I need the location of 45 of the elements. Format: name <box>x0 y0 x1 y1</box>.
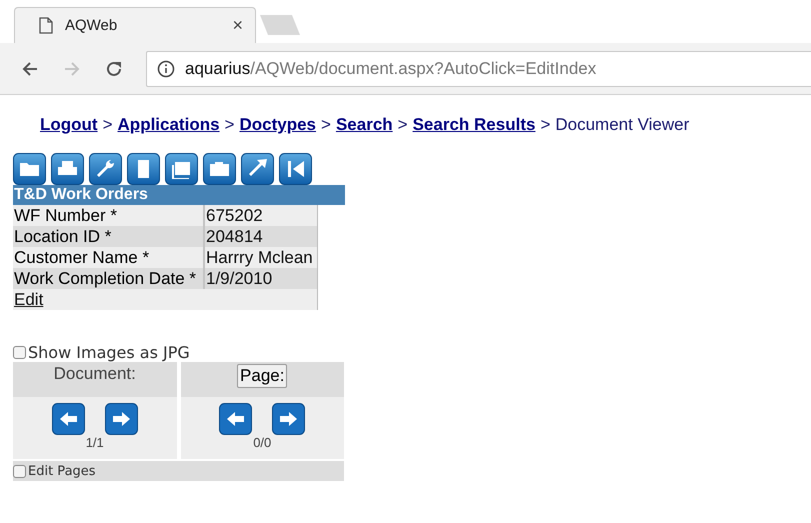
folder-icon[interactable] <box>13 153 46 185</box>
breadcrumb-separator: > <box>540 115 550 135</box>
windows-icon[interactable] <box>165 153 198 185</box>
checkbox[interactable] <box>13 464 26 478</box>
wrench-icon[interactable] <box>89 153 122 185</box>
breadcrumb-separator: > <box>398 115 408 135</box>
browser-tab[interactable]: AQWeb × <box>14 7 256 43</box>
checkbox-label: Edit Pages <box>28 464 96 478</box>
breadcrumb-link[interactable]: Search Results <box>412 115 536 135</box>
breadcrumb-current: Document Viewer <box>555 115 690 135</box>
address-bar[interactable]: aquarius/AQWeb/document.aspx?AutoClick=EditIndex <box>146 50 811 86</box>
edit-link[interactable]: Edit <box>14 290 44 309</box>
page-icon <box>39 17 53 34</box>
field-label: Work Completion Date * <box>13 268 204 289</box>
url-text: aquarius/AQWeb/document.aspx?AutoClick=EditIndex <box>185 58 596 78</box>
tab-title: AQWeb <box>65 17 118 34</box>
next-page-button[interactable] <box>272 403 306 435</box>
first-icon[interactable] <box>279 153 312 185</box>
field-value: 204814 <box>204 226 318 247</box>
document-label: Document: <box>54 364 136 384</box>
next-document-button[interactable] <box>104 403 138 435</box>
field-label: Customer Name * <box>13 247 204 268</box>
field-label: WF Number * <box>13 205 204 226</box>
field-value: Harrry Mclean <box>204 247 318 268</box>
breadcrumb-link[interactable]: Search <box>336 115 393 135</box>
breadcrumb-link[interactable]: Applications <box>118 115 220 135</box>
field-value: 675202 <box>204 205 318 226</box>
record-title: T&D Work Orders <box>13 185 345 205</box>
printer-icon[interactable] <box>51 153 84 185</box>
previous-page-button[interactable] <box>219 403 252 435</box>
field-value: 1/9/2010 <box>204 268 318 289</box>
info-icon <box>157 60 175 78</box>
breadcrumb-separator: > <box>102 115 113 135</box>
breadcrumb-separator: > <box>321 115 331 135</box>
breadcrumb-separator: > <box>224 115 234 135</box>
breadcrumb-link[interactable]: Logout <box>40 115 98 135</box>
checkbox[interactable] <box>13 346 26 358</box>
field-label: Location ID * <box>13 226 204 247</box>
document-count: 1/1 <box>86 435 104 450</box>
previous-document-button[interactable] <box>52 403 85 435</box>
close-tab-button[interactable]: × <box>232 15 243 36</box>
breadcrumb-link[interactable]: Doctypes <box>239 115 316 135</box>
page-count: 0/0 <box>253 435 272 450</box>
checkbox-label: Show Images as JPG <box>28 342 190 362</box>
page-button[interactable]: Page: <box>237 364 288 388</box>
